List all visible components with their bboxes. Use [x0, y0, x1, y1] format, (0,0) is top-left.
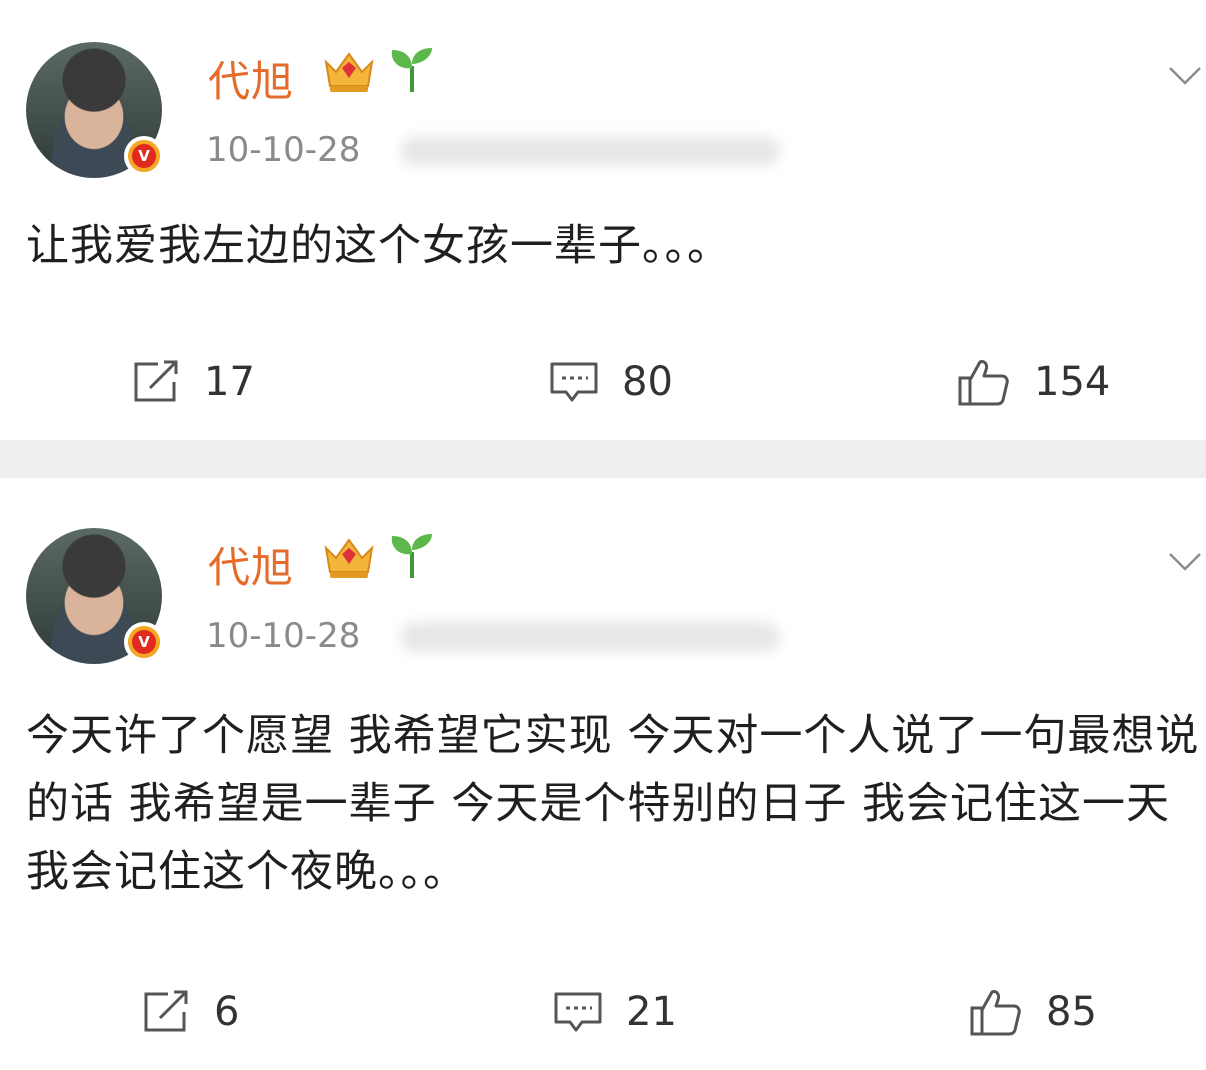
- action-bar: 6 21 85: [0, 982, 1206, 1042]
- like-button[interactable]: 85: [968, 982, 1097, 1042]
- post-separator: [0, 440, 1206, 478]
- post-content: 今天许了个愿望 我希望它实现 今天对一个人说了一句最想说的话 我希望是一辈子 今…: [26, 711, 1200, 897]
- post-card: V 代旭 10-10-28 让我爱我左边的这个女孩一辈子。。。 17 80 15…: [0, 0, 1206, 440]
- verified-v-icon: V: [132, 144, 156, 168]
- repost-count: 6: [214, 989, 240, 1035]
- thumbs-up-icon: [970, 990, 1021, 1036]
- verified-badge: V: [124, 136, 164, 176]
- comment-button[interactable]: 80: [548, 352, 673, 412]
- comment-count: 80: [622, 359, 673, 405]
- thumbs-up-icon: [958, 360, 1009, 406]
- chevron-down-icon[interactable]: [1168, 550, 1202, 574]
- repost-icon: [144, 990, 188, 1032]
- verified-badge: V: [124, 622, 164, 662]
- blurred-source: [400, 136, 780, 166]
- repost-icon: [134, 360, 178, 402]
- post-content: 让我爱我左边的这个女孩一辈子。。。: [26, 221, 731, 271]
- comment-icon: [554, 992, 602, 1032]
- repost-button[interactable]: 6: [140, 982, 239, 1042]
- sprout-icon: [391, 48, 432, 92]
- action-bar: 17 80 154: [0, 352, 1206, 412]
- comment-icon: [550, 362, 598, 402]
- repost-count: 17: [204, 359, 255, 405]
- post-timestamp: 10-10-28: [206, 616, 361, 656]
- sprout-icon: [391, 534, 432, 578]
- comment-button[interactable]: 21: [552, 982, 677, 1042]
- crown-icon: [324, 538, 374, 578]
- username[interactable]: 代旭: [208, 534, 294, 595]
- comment-count: 21: [626, 989, 677, 1035]
- post-card: V 代旭 10-10-28 今天许了个愿望 我希望它实现 今天对一个人说了一句最…: [0, 478, 1206, 1070]
- blurred-source: [400, 622, 780, 652]
- verified-v-icon: V: [132, 630, 156, 654]
- post-timestamp: 10-10-28: [206, 130, 361, 170]
- chevron-down-icon[interactable]: [1168, 64, 1202, 88]
- username[interactable]: 代旭: [208, 48, 294, 109]
- repost-button[interactable]: 17: [130, 352, 255, 412]
- like-count: 85: [1046, 989, 1097, 1035]
- crown-icon: [324, 52, 374, 92]
- like-button[interactable]: 154: [956, 352, 1110, 412]
- like-count: 154: [1034, 359, 1111, 405]
